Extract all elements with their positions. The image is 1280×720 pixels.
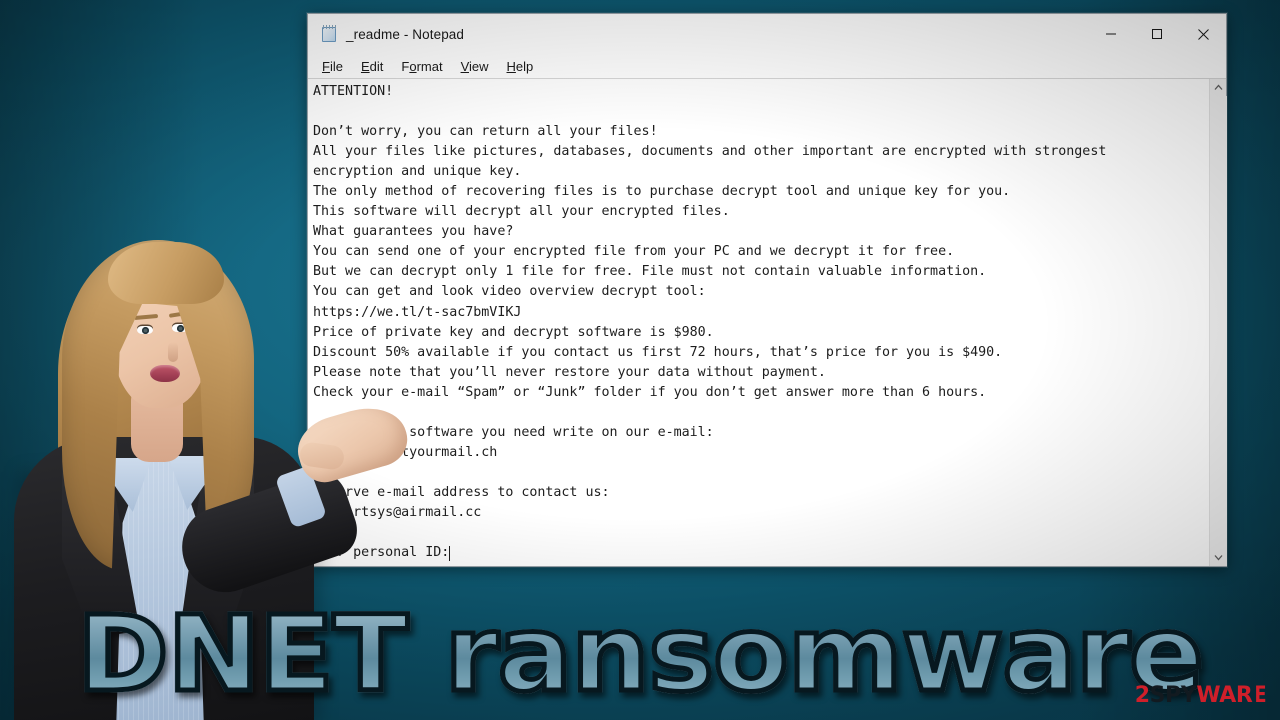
scrollbar-thumb[interactable] [1210,96,1227,566]
window-controls [1088,14,1226,54]
menu-edit[interactable]: Edit [361,57,393,76]
window-title: _readme - Notepad [346,26,465,42]
ransom-note-text: ATTENTION! Don’t worry, you can return a… [313,84,1107,561]
site-watermark: 2 SPY WAR E [1135,683,1268,708]
notepad-window: _readme - Notepad File Edit Format View … [307,13,1227,567]
menu-format[interactable]: Format [401,57,452,76]
note-textarea[interactable]: ATTENTION! Don’t worry, you can return a… [308,79,1209,566]
watermark-digit: 2 [1134,683,1150,708]
scroll-down-arrow[interactable] [1210,549,1227,566]
vertical-scrollbar[interactable] [1209,79,1227,566]
scroll-up-arrow[interactable] [1210,79,1227,96]
editor-area: ATTENTION! Don’t worry, you can return a… [308,78,1227,566]
watermark-spy-text: SPY [1149,683,1197,708]
menu-view[interactable]: View [461,57,499,76]
window-titlebar[interactable]: _readme - Notepad [308,14,1226,54]
notepad-icon [321,25,338,43]
watermark-e-glyph: E [1254,683,1267,708]
menu-file[interactable]: File [322,57,353,76]
menu-bar: File Edit Format View Help [308,54,1226,78]
watermark-war-text: WAR [1196,683,1253,708]
minimize-button[interactable] [1088,14,1134,54]
maximize-button[interactable] [1134,14,1180,54]
close-button[interactable] [1180,14,1226,54]
text-caret [449,546,451,562]
menu-help[interactable]: Help [507,57,544,76]
